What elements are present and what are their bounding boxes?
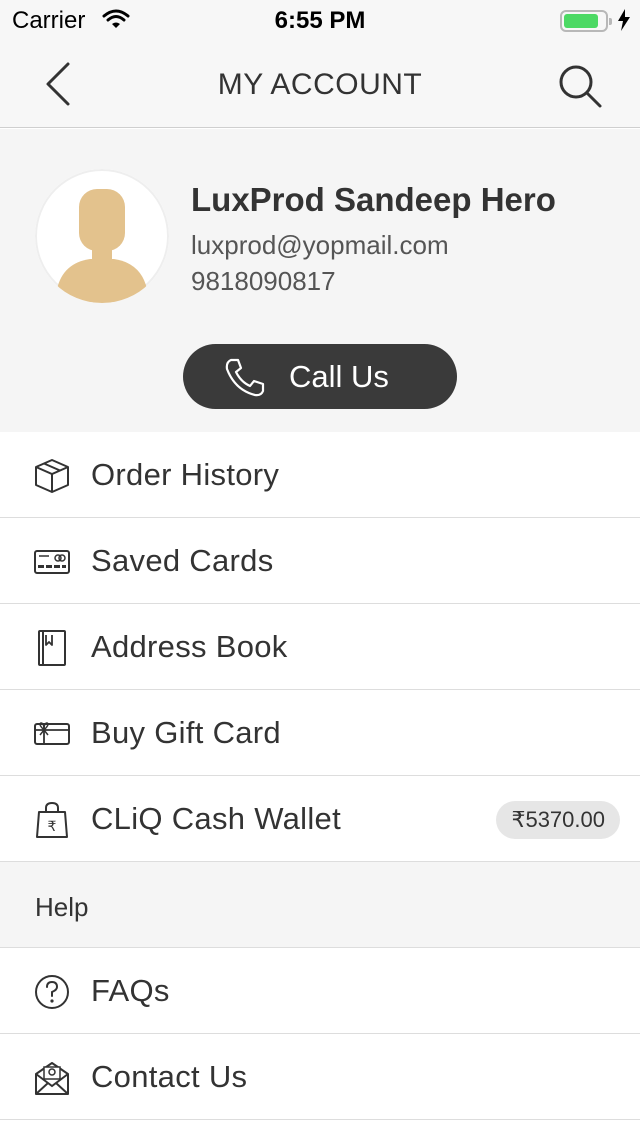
menu-item-label: Buy Gift Card	[91, 715, 281, 750]
menu-item-order-history[interactable]: Order History	[0, 432, 640, 518]
box-icon	[33, 457, 71, 495]
call-us-label: Call Us	[289, 359, 389, 394]
account-menu: Order History Saved Cards Address Book B…	[0, 432, 640, 1120]
credit-card-icon	[33, 543, 71, 581]
search-icon	[559, 65, 602, 108]
clock-time: 6:55 PM	[274, 7, 366, 34]
menu-item-faqs[interactable]: FAQs	[0, 948, 640, 1034]
gift-card-icon	[33, 715, 71, 753]
search-button[interactable]	[554, 60, 606, 112]
user-email: luxprod@yopmail.com	[191, 230, 449, 260]
profile-section: LuxProd Sandeep Hero luxprod@yopmail.com…	[0, 129, 640, 432]
menu-item-label: Saved Cards	[91, 543, 274, 578]
user-name: LuxProd Sandeep Hero	[191, 181, 556, 218]
question-circle-icon	[33, 973, 71, 1011]
wallet-bag-icon: ₹	[33, 801, 71, 839]
menu-item-contact-us[interactable]: Contact Us	[0, 1034, 640, 1120]
menu-item-label: Contact Us	[91, 1059, 248, 1094]
status-bar: Carrier 6:55 PM	[0, 0, 640, 40]
menu-item-saved-cards[interactable]: Saved Cards	[0, 518, 640, 604]
navigation-bar: MY ACCOUNT	[0, 40, 640, 128]
page-title: MY ACCOUNT	[217, 68, 423, 101]
menu-item-label: CLiQ Cash Wallet	[91, 801, 341, 836]
svg-text:₹: ₹	[48, 819, 57, 835]
charging-icon	[617, 9, 631, 36]
battery-icon	[560, 10, 612, 32]
wallet-balance-badge: ₹5370.00	[496, 801, 620, 839]
menu-item-label: Order History	[91, 457, 280, 492]
menu-item-buy-gift-card[interactable]: Buy Gift Card	[0, 690, 640, 776]
avatar	[35, 169, 169, 303]
envelope-icon	[33, 1059, 71, 1097]
menu-item-cliq-cash-wallet[interactable]: ₹ CLiQ Cash Wallet ₹5370.00	[0, 776, 640, 862]
menu-item-label: FAQs	[91, 973, 170, 1008]
menu-item-label: Address Book	[91, 629, 288, 664]
phone-icon	[223, 357, 267, 402]
user-phone: 9818090817	[191, 266, 336, 296]
menu-item-address-book[interactable]: Address Book	[0, 604, 640, 690]
person-silhouette-icon	[35, 169, 169, 303]
help-section-header: Help	[0, 862, 640, 948]
call-us-button[interactable]: Call Us	[183, 344, 457, 409]
address-book-icon	[33, 629, 71, 667]
help-section-label: Help	[35, 892, 89, 922]
